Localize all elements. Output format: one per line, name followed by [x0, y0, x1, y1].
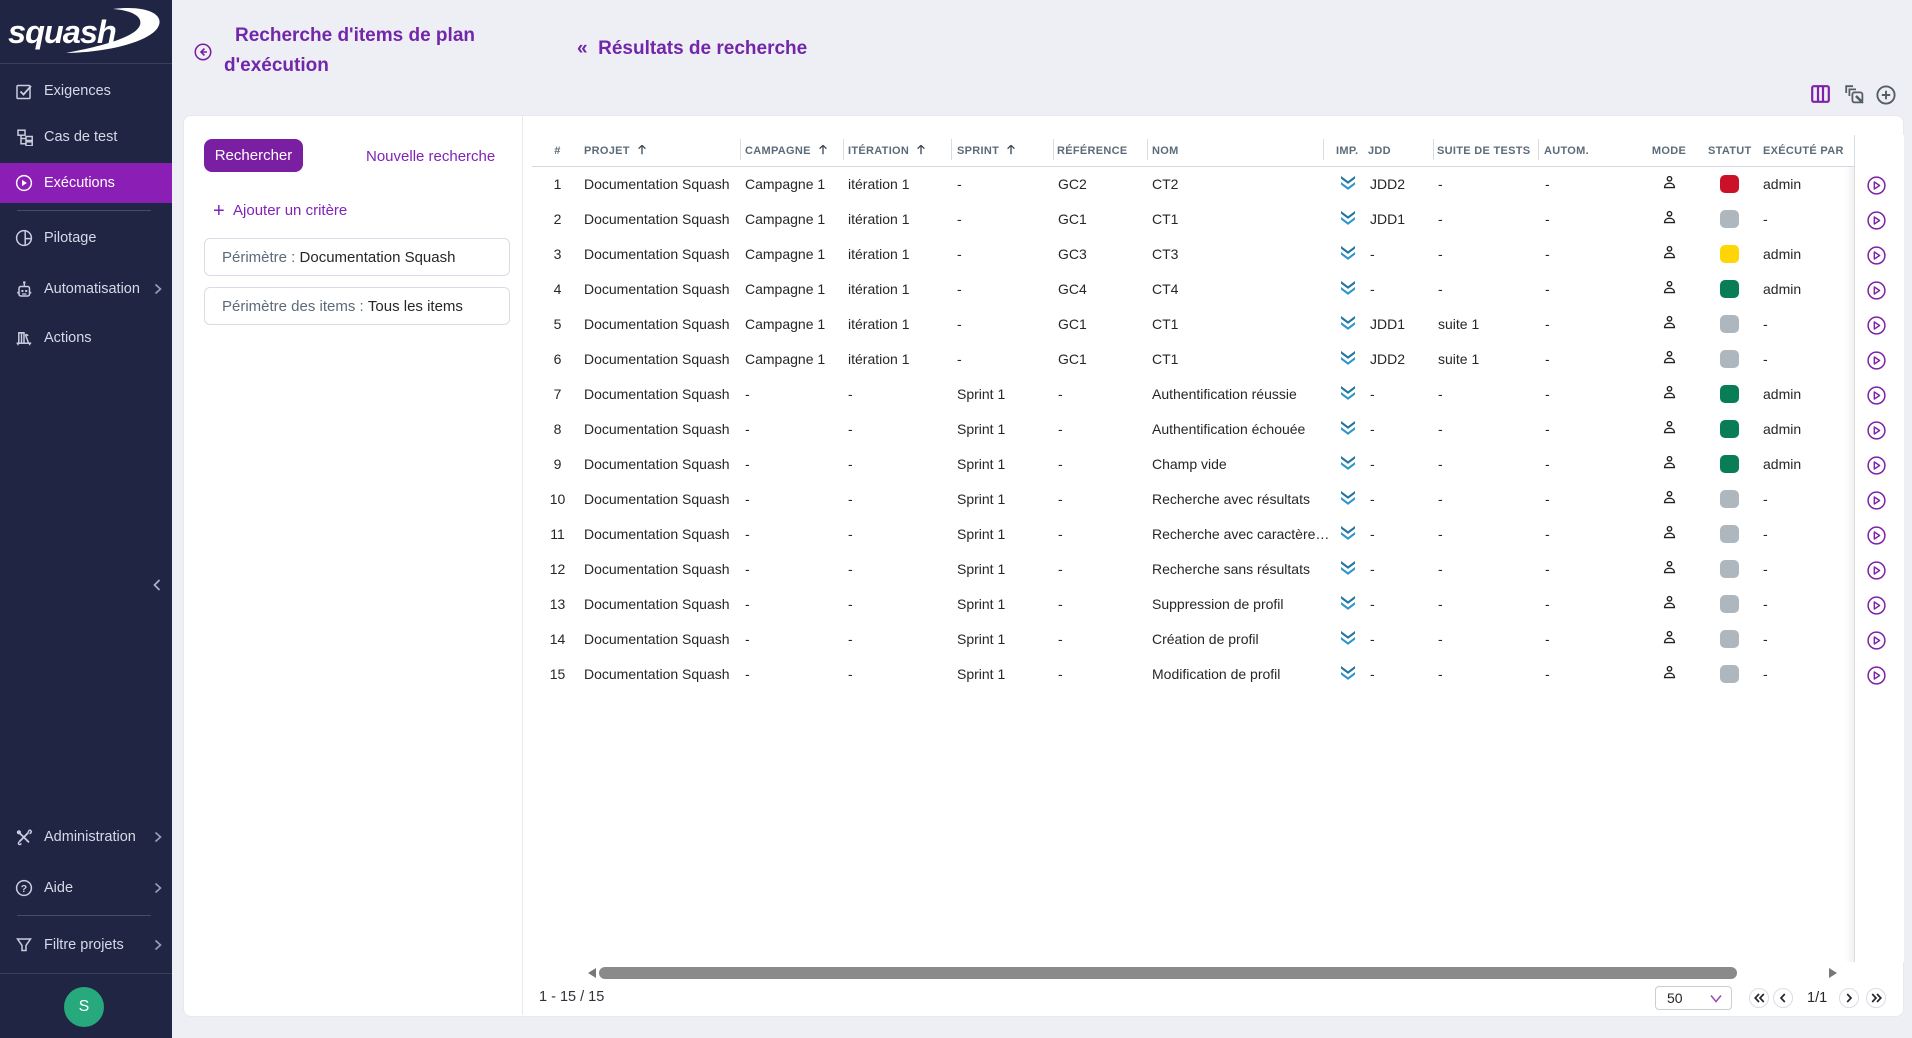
svg-text:?: ?: [21, 883, 27, 895]
svg-text:squash: squash: [8, 14, 116, 50]
